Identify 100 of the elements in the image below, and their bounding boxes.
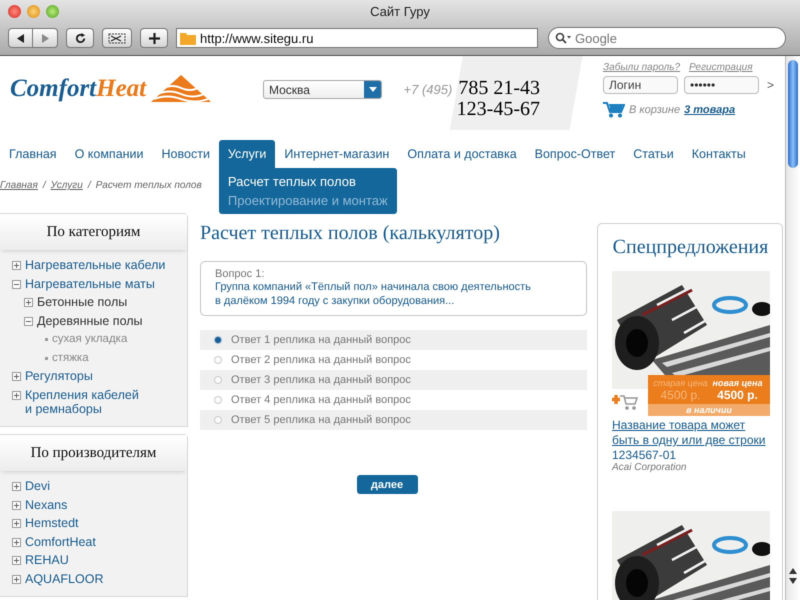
tree-item[interactable]: Nexans [12,496,187,514]
tree-item[interactable]: сухая укладка [12,330,187,348]
tree-item[interactable]: Крепления кабелей и ремнаборы [12,386,187,418]
answer-option[interactable]: Ответ 5 реплика на данный вопрос [200,410,587,430]
password-field[interactable]: •••••• [684,76,759,94]
old-price: 4500 р. [660,388,701,402]
expand-icon[interactable] [24,298,33,307]
scissors-button[interactable] [102,28,132,48]
specials-heading: Спецпредложения [612,236,769,259]
window-title: Сайт Гуру [370,4,430,18]
nav-tab[interactable]: Новости [152,140,219,168]
answer-label: Ответ 5 реплика на данный вопрос [231,414,411,426]
nav-tab[interactable]: Оплата и доставка [398,140,526,168]
back-button[interactable] [8,28,33,48]
bullet-icon [45,356,48,360]
tree-item[interactable]: Регуляторы [12,367,187,386]
product-name-link[interactable]: Название товара может быть в одну или две строки [612,418,769,448]
tree-item[interactable]: стяжка [12,348,187,367]
radio-button[interactable] [214,416,222,424]
answer-option[interactable]: Ответ 3 реплика на данный вопрос [200,370,587,390]
tree-item[interactable]: Hemstedt [12,514,187,532]
cart-label: В корзине [629,104,680,116]
submenu-item[interactable]: Расчет теплых полов [228,174,388,189]
breadcrumb-separator: / [42,180,46,191]
radio-button[interactable] [214,336,222,344]
scissors-icon [108,32,126,44]
city-select[interactable]: Москва [263,80,382,99]
old-price-label: старая цена [653,378,708,388]
breadcrumb-link[interactable]: Главная [0,180,38,191]
reload-icon [74,32,86,44]
nav-tab[interactable]: Интернет-магазин [275,140,398,168]
answer-option[interactable]: Ответ 2 реплика на данный вопрос [200,350,587,370]
scroll-up-icon[interactable] [789,568,797,574]
scrollbar[interactable] [785,56,800,600]
collapse-icon[interactable] [12,280,21,288]
radio-button[interactable] [214,376,222,384]
forgot-password-link[interactable]: Забыли пароль? [603,62,683,73]
expand-icon[interactable] [12,556,21,565]
expand-icon[interactable] [12,538,21,546]
answer-label: Ответ 2 реплика на данный вопрос [231,354,411,366]
next-button[interactable]: далее [356,475,418,494]
nav-tab[interactable]: Статьи [624,140,683,168]
answer-label: Ответ 4 реплика на данный вопрос [231,394,411,406]
answer-option[interactable]: Ответ 4 реплика на данный вопрос [200,390,587,410]
phone-number: 785 21-43 [458,78,540,99]
answer-label: Ответ 3 реплика на данный вопрос [231,374,411,386]
address-field[interactable]: http://www.sitegu.ru [176,28,538,48]
submit-button[interactable]: > [765,78,774,92]
back-icon [16,34,25,42]
expand-icon[interactable] [12,390,21,400]
caret-icon [368,87,376,92]
tree-item[interactable]: Нагревательные кабели [12,256,187,274]
expand-icon[interactable] [12,372,21,381]
question-label: Вопрос 1: [215,268,266,280]
add-button[interactable] [140,28,168,48]
collapse-icon[interactable] [24,316,33,326]
expand-icon[interactable] [12,500,21,510]
tree-item[interactable]: Devi [12,477,187,496]
register-link[interactable]: Регистрация [689,62,769,73]
page-title: Расчет теплых полов (калькулятор) [200,222,501,245]
expand-icon[interactable] [12,261,21,270]
cart-link[interactable]: 3 товара [684,104,736,116]
radio-button[interactable] [214,356,222,364]
tree-item[interactable]: Нагревательные маты [12,274,187,293]
close-button[interactable] [8,4,21,18]
cart-icon [603,101,625,118]
answer-option[interactable]: Ответ 1 реплика на данный вопрос [200,330,587,350]
product-code: 1234567-01 [612,448,678,462]
nav-tab[interactable]: О компании [66,140,153,168]
tree-item[interactable]: Деревянные полы [12,312,187,330]
nav-tab[interactable]: Контакты [682,140,755,168]
reload-button[interactable] [66,28,94,48]
expand-icon[interactable] [12,482,21,491]
forward-button[interactable] [33,28,58,48]
folder-icon [180,32,196,44]
bullet-icon [45,338,48,341]
tree-item[interactable]: Бетонные полы [12,293,187,312]
expand-icon[interactable] [12,574,21,584]
search-field[interactable]: Google [548,27,786,49]
radio-button[interactable] [214,396,222,404]
scroll-thumb[interactable] [788,60,798,168]
tree-item[interactable]: AQUAFLOOR [12,570,187,588]
nav-tab[interactable]: Главная [0,140,66,168]
login-field[interactable]: Логин [603,76,678,94]
tree-item[interactable]: ComfortHeat [12,532,187,551]
nav-tab[interactable]: Услуги [218,140,276,168]
nav-tab[interactable]: Вопрос-Ответ [526,140,624,168]
answer-label: Ответ 1 реплика на данный вопрос [231,334,411,346]
search-icon [555,32,571,44]
plus-icon [148,32,160,44]
tree-item[interactable]: REHAU [12,551,187,570]
add-to-cart-icon[interactable] [612,393,638,411]
breadcrumb-link[interactable]: Услуги [50,180,83,191]
sidebar-heading: По производителям [0,435,187,471]
phone-code: +7 (495) [404,82,452,97]
logo[interactable]: ComfortHeat [10,75,146,103]
scroll-down-icon[interactable] [789,578,797,584]
breadcrumb-separator: / [88,180,91,191]
forward-icon [40,34,50,42]
expand-icon[interactable] [12,519,21,528]
